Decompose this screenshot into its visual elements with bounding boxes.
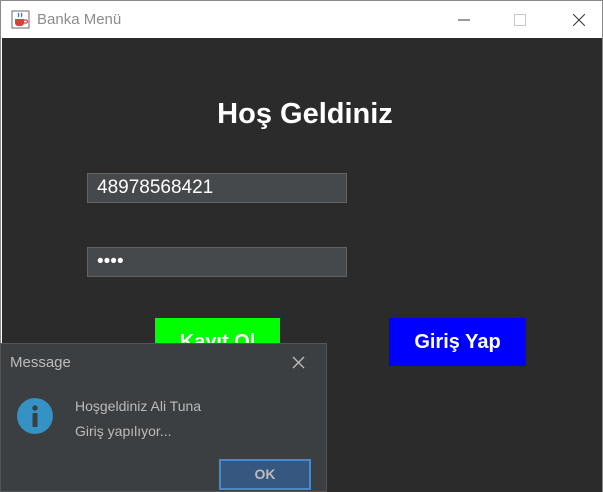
dialog-title: Message <box>10 354 71 371</box>
info-icon <box>17 398 53 434</box>
java-cup-icon <box>11 10 30 29</box>
minimize-icon <box>458 19 470 20</box>
tc-number-input[interactable] <box>87 173 347 203</box>
message-dialog: Message Hoşgeldiniz Ali Tuna Giriş yapıl… <box>0 343 327 492</box>
welcome-heading: Hoş Geldiniz <box>217 98 393 130</box>
minimize-button[interactable] <box>441 1 487 38</box>
title-bar[interactable]: Banka Menü <box>1 1 602 38</box>
password-field[interactable] <box>87 247 347 277</box>
ok-button[interactable]: OK <box>219 459 311 490</box>
dialog-message-line2: Giriş yapılıyor... <box>75 423 172 439</box>
maximize-button[interactable] <box>497 1 543 38</box>
window-title: Banka Menü <box>37 11 122 28</box>
login-button[interactable]: Giriş Yap <box>389 318 526 366</box>
close-button[interactable] <box>556 1 602 38</box>
dialog-close-icon[interactable] <box>290 354 307 371</box>
dialog-message-line1: Hoşgeldiniz Ali Tuna <box>75 398 202 414</box>
close-icon <box>573 13 585 26</box>
maximize-icon <box>514 13 526 26</box>
